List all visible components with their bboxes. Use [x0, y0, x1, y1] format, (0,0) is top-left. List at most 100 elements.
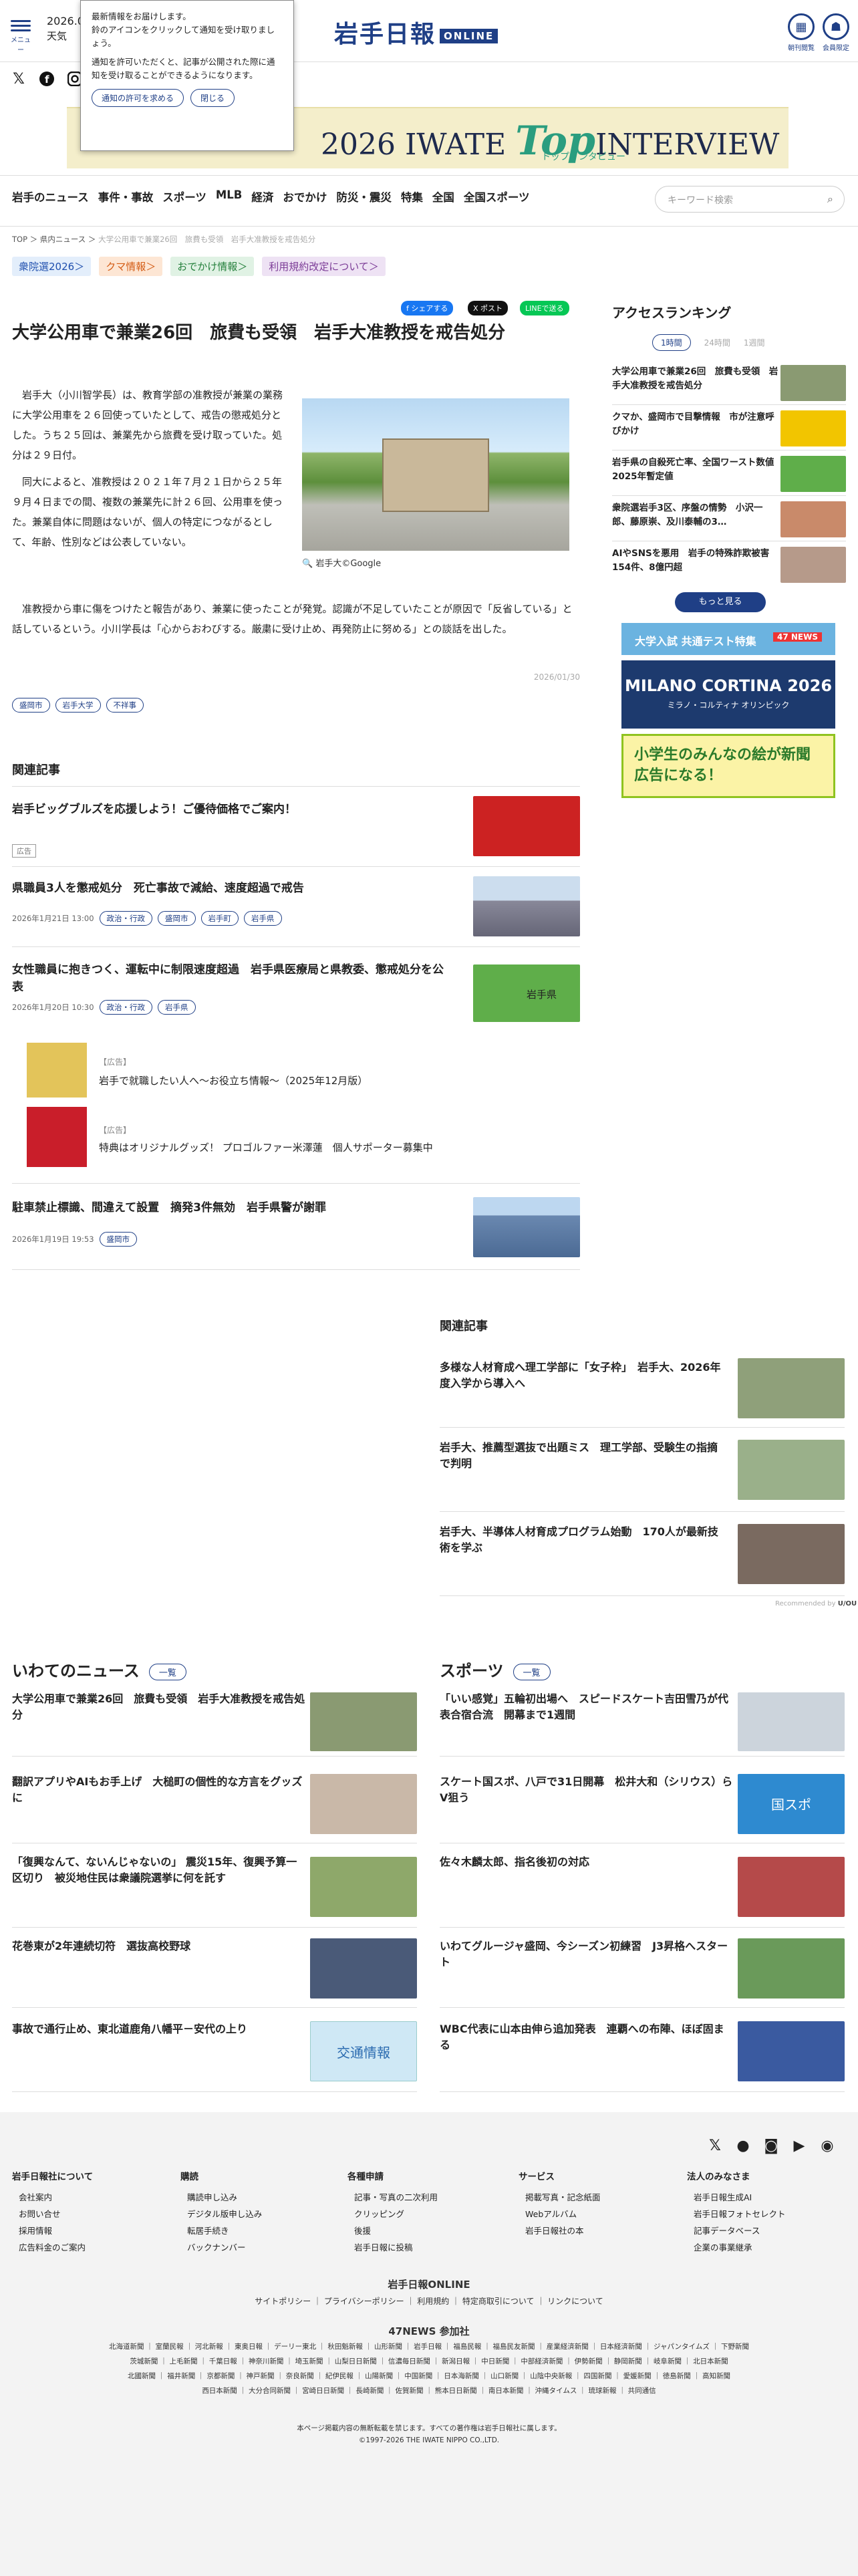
sports-item[interactable]: スケート国スポ、八戸で31日開幕 松井大和（シリウス）らV狙う 国スポ — [440, 1765, 845, 1843]
site-logo[interactable]: 岩手日報 ONLINE — [334, 15, 498, 49]
ranking-tab-1w[interactable]: 1週間 — [744, 337, 765, 348]
related-thumbnail[interactable] — [473, 876, 580, 936]
footer-link[interactable]: 購読申し込み — [180, 2189, 262, 2206]
sports-item[interactable]: WBC代表に山本由伸ら追加発表 連覇への布陣、ほぼ固まる — [440, 2009, 845, 2092]
nav-item[interactable]: 経済 — [251, 188, 273, 205]
ranking-item[interactable]: AIやSNSを悪用 岩手の特殊詐欺被害154件、8億円超 — [612, 543, 846, 587]
nav-item[interactable]: 事件・事故 — [98, 188, 154, 205]
quick-tag-outing[interactable]: おでかけ情報＞ — [170, 257, 255, 276]
exam-banner[interactable]: 大学入試 共通テスト特集 47 NEWS — [621, 623, 835, 655]
footer-link[interactable]: 掲載写真・記念紙面 — [519, 2189, 601, 2206]
x-icon[interactable]: 𝕏 — [9, 70, 28, 88]
instagram-icon[interactable]: ◙ — [762, 2136, 780, 2155]
menu-button[interactable]: メニュー — [9, 17, 32, 54]
footer-link[interactable]: 企業の事業継承 — [687, 2239, 786, 2256]
allow-notification-button[interactable]: 通知の許可を求める — [92, 89, 184, 107]
sports-item[interactable]: 佐々木麟太郎、指名後初の対応 — [440, 1845, 845, 1928]
footer-link[interactable]: 岩手日報社の本 — [519, 2222, 601, 2239]
quick-tag-election[interactable]: 衆院選2026＞ — [12, 257, 92, 276]
ranking-tab-1h[interactable]: 1時間 — [652, 334, 691, 351]
ranking-item[interactable]: 大学公用車で兼業26回 旅費も受領 岩手大准教授を戒告処分 — [612, 361, 846, 405]
iwate-news-item[interactable]: 花巻東が2年連続切符 選抜高校野球 — [12, 1929, 417, 2008]
ad-text[interactable]: 岩手で就職したい人へ〜お役立ち情報〜（2025年12月版） — [99, 1073, 368, 1087]
sports-item[interactable]: いわてグルージャ盛岡、今シーズン初練習 J3昇格へスタート — [440, 1929, 845, 2008]
nav-item[interactable]: 岩手のニュース — [12, 188, 89, 205]
member-button[interactable]: ☗ 会員限定 — [819, 13, 853, 52]
iwate-news-item[interactable]: 大学公用車で兼業26回 旅費も受領 岩手大准教授を戒告処分 — [12, 1690, 417, 1757]
ranking-thumbnail[interactable] — [780, 547, 846, 583]
quick-tag-terms[interactable]: 利用規約改定について＞ — [262, 257, 386, 276]
footer-link[interactable]: 後援 — [347, 2222, 438, 2239]
ad-thumbnail[interactable] — [27, 1107, 87, 1167]
related-thumbnail[interactable] — [473, 796, 580, 856]
related-item[interactable]: 女性職員に抱きつく、運転中に制限速度超過 岩手県医療局と県教委、懲戒処分を公表 … — [12, 946, 580, 1029]
breadcrumb-section[interactable]: 県内ニュース — [40, 235, 86, 244]
news-thumbnail[interactable]: 国スポ — [738, 1774, 845, 1834]
close-popup-button[interactable]: 閉じる — [190, 89, 235, 107]
news-thumbnail[interactable] — [738, 2021, 845, 2081]
keyword-tag[interactable]: 盛岡市 — [158, 910, 196, 926]
news47-papers[interactable]: 茨城新聞 ｜ 上毛新聞 ｜ 千葉日報 ｜ 神奈川新聞 ｜ 埼玉新聞 ｜ 山梨日日… — [27, 2355, 831, 2369]
line-share-button[interactable]: LINEで送る — [520, 301, 569, 315]
quick-tag-bear[interactable]: クマ情報＞ — [99, 257, 163, 276]
keyword-tag[interactable]: 不祥事 — [106, 698, 144, 713]
nav-item[interactable]: おでかけ — [283, 188, 327, 205]
nav-item[interactable]: 特集 — [401, 188, 423, 205]
breadcrumb-top[interactable]: TOP — [12, 235, 27, 244]
facebook-icon[interactable]: ● — [734, 2136, 752, 2155]
youtube-icon[interactable]: ▶ — [790, 2136, 809, 2155]
iwate-news-all-button[interactable]: 一覧 — [148, 1663, 186, 1680]
footer-link[interactable]: 岩手日報に投稿 — [347, 2239, 438, 2256]
ad-thumbnail[interactable] — [27, 1043, 87, 1098]
morning-paper-button[interactable]: ▦ 朝刊閲覧 — [784, 13, 818, 52]
footer-link[interactable]: 広告料金のご案内 — [12, 2239, 93, 2256]
facebook-share-button[interactable]: f シェアする — [401, 301, 454, 315]
olympics-banner[interactable]: MILANO CORTINA 2026 ミラノ・コルティナ オリンピック — [621, 660, 835, 729]
ranking-item[interactable]: 岩手県の自殺死亡率、全国ワースト数値 2025年暫定値 — [612, 452, 846, 496]
kids-art-banner[interactable]: 小学生のみんなの絵が新聞広告になる！ — [621, 734, 835, 798]
sports-item[interactable]: 「いい感覚」五輪初出場へ スピードスケート吉田雪乃が代表合宿合流 開幕まで1週間 — [440, 1690, 845, 1757]
iwate-news-item[interactable]: 「復興なんて、ないんじゃないの」 震災15年、復興予算一区切り 被災地住民は衆議… — [12, 1845, 417, 1928]
related-thumbnail[interactable] — [473, 1197, 580, 1257]
related-headline[interactable]: 女性職員に抱きつく、運転中に制限速度超過 岩手県医療局と県教委、懲戒処分を公表 — [12, 962, 453, 996]
footer-link[interactable]: 会社案内 — [12, 2189, 93, 2206]
related-item[interactable]: 駐車禁止標識、間違えて設置 摘発3件無効 岩手県警が謝罪 2026年1月19日 … — [12, 1183, 580, 1270]
news47-papers[interactable]: 北國新聞 ｜ 福井新聞 ｜ 京都新聞 ｜ 神戸新聞 ｜ 奈良新聞 ｜ 紀伊民報 … — [27, 2370, 831, 2384]
related-item[interactable]: 岩手ビッグブルズを応援しよう！ご優待価格でご案内！ 広告 — [12, 786, 580, 865]
news47-papers[interactable]: 西日本新聞 ｜ 大分合同新聞 ｜ 宮崎日日新聞 ｜ 長崎新聞 ｜ 佐賀新聞 ｜ … — [27, 2385, 831, 2398]
sports-all-button[interactable]: 一覧 — [513, 1663, 551, 1680]
nav-item[interactable]: 全国スポーツ — [464, 188, 530, 205]
footer-link[interactable]: デジタル版申し込み — [180, 2206, 262, 2222]
news-thumbnail[interactable]: 交通情報 — [310, 2021, 417, 2081]
footer-link[interactable]: 岩手日報生成AI — [687, 2189, 786, 2206]
footer-link[interactable]: 記事・写真の二次利用 — [347, 2189, 438, 2206]
news-thumbnail[interactable] — [738, 1857, 845, 1917]
keyword-tag[interactable]: 政治・行政 — [99, 1000, 153, 1015]
footer-link[interactable]: お問い合せ — [12, 2206, 93, 2222]
nav-item[interactable]: 防災・震災 — [336, 188, 392, 205]
keyword-tag[interactable]: 盛岡市 — [12, 698, 50, 713]
search-icon[interactable]: ⌕ — [827, 192, 833, 206]
search-input[interactable]: キーワード検索 ⌕ — [655, 186, 845, 213]
related-item[interactable]: 県職員3人を懲戒処分 死亡事故で減給、速度超過で戒告 2026年1月21日 13… — [12, 866, 580, 945]
article-photo[interactable] — [302, 398, 569, 551]
ranking-item[interactable]: 衆院選岩手3区、序盤の情勢 小沢一郎、藤原崇、及川泰輔の3… — [612, 497, 846, 541]
news-thumbnail[interactable] — [310, 1857, 417, 1917]
related2-item[interactable]: 岩手大、半導体人材育成プログラム始動 170人が最新技術を学ぶ — [440, 1512, 845, 1596]
footer-link[interactable]: 採用情報 — [12, 2222, 93, 2239]
line-icon[interactable]: ◉ — [818, 2136, 837, 2155]
footer-policies[interactable]: サイトポリシー ｜ プライバシーポリシー ｜ 利用規約 ｜ 特定商取引について … — [27, 2294, 831, 2309]
footer-link[interactable]: 岩手日報フォトセレクト — [687, 2206, 786, 2222]
keyword-tag[interactable]: 岩手県 — [244, 910, 282, 926]
ranking-thumbnail[interactable] — [780, 456, 846, 492]
facebook-icon[interactable]: f — [37, 70, 56, 88]
related2-thumbnail[interactable] — [738, 1440, 845, 1500]
news-thumbnail[interactable] — [310, 1692, 417, 1751]
x-post-button[interactable]: X ポスト — [468, 301, 509, 315]
news-thumbnail[interactable] — [310, 1938, 417, 1999]
related2-item[interactable]: 岩手大、推薦型選抜で出題ミス 理工学部、受験生の指摘で判明 — [440, 1428, 845, 1512]
x-icon[interactable]: 𝕏 — [706, 2136, 724, 2155]
footer-link[interactable]: バックナンバー — [180, 2239, 262, 2256]
keyword-tag[interactable]: 岩手町 — [200, 910, 239, 926]
iwate-news-item[interactable]: 事故で通行止め、東北道鹿角八幡平－安代の上り 交通情報 — [12, 2009, 417, 2092]
